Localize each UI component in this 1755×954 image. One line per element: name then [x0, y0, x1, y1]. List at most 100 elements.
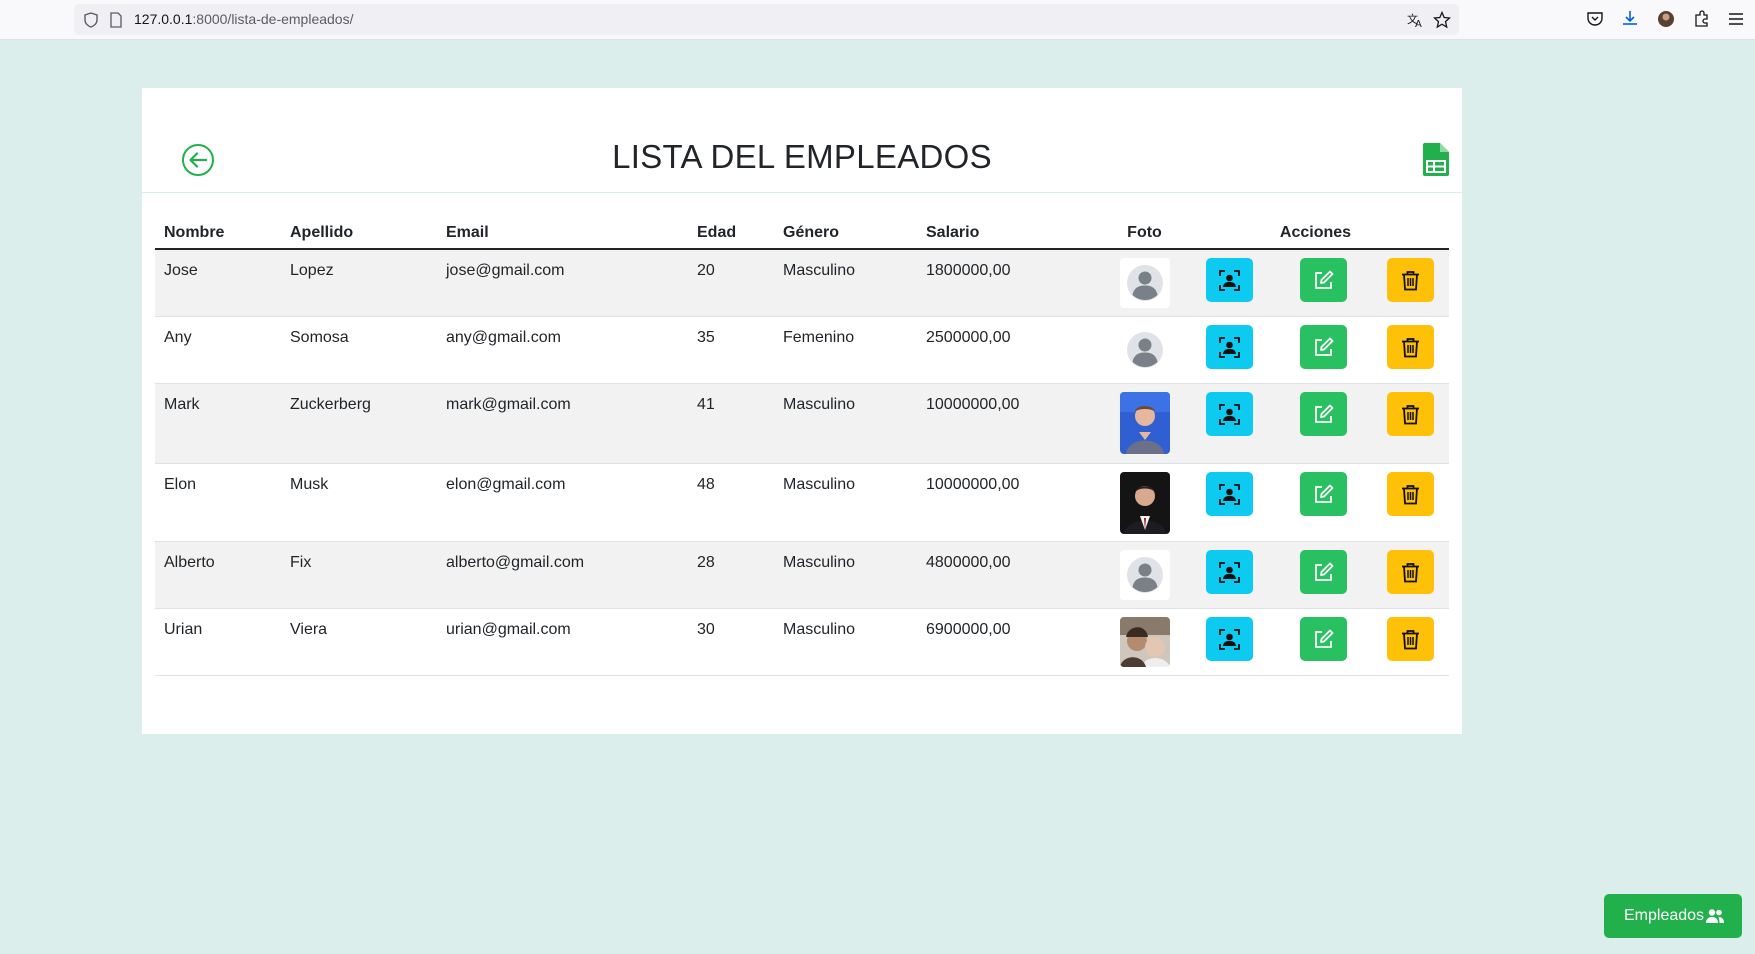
cell-action	[1371, 249, 1449, 317]
edit-icon	[1315, 484, 1334, 503]
profile-avatar-icon[interactable]	[1656, 9, 1676, 29]
cell-genero: Masculino	[774, 249, 917, 317]
profile-scan-icon	[1218, 628, 1240, 650]
edit-button[interactable]	[1300, 549, 1347, 594]
employee-photo	[1119, 471, 1170, 534]
view-profile-button[interactable]	[1205, 471, 1253, 516]
trash-icon	[1401, 337, 1419, 357]
cell-action	[1371, 383, 1449, 464]
cell-email: alberto@gmail.com	[437, 541, 688, 609]
svg-text:A: A	[1415, 19, 1422, 29]
cell-nombre: Urian	[155, 608, 281, 676]
profile-scan-icon	[1218, 561, 1240, 583]
default-avatar-icon	[1119, 258, 1170, 308]
pocket-icon[interactable]	[1585, 9, 1605, 29]
edit-button[interactable]	[1300, 391, 1347, 436]
cell-genero: Masculino	[774, 463, 917, 542]
view-profile-button[interactable]	[1205, 258, 1253, 302]
cell-genero: Masculino	[774, 608, 917, 676]
bookmark-star-icon[interactable]	[1433, 11, 1451, 29]
page-icon	[110, 12, 122, 28]
cell-email: elon@gmail.com	[437, 463, 688, 542]
cell-email: mark@gmail.com	[437, 383, 688, 464]
cell-salario: 6900000,00	[917, 608, 1107, 676]
menu-icon[interactable]	[1726, 9, 1746, 29]
cell-action	[1276, 249, 1371, 317]
cell-action	[1182, 383, 1276, 464]
shield-icon[interactable]	[83, 12, 99, 28]
cell-email: jose@gmail.com	[437, 249, 688, 317]
header-acciones: Acciones	[1182, 217, 1449, 250]
cell-nombre: Elon	[155, 463, 281, 542]
view-profile-button[interactable]	[1205, 549, 1253, 594]
delete-button[interactable]	[1386, 258, 1434, 302]
employees-table: Nombre Apellido Email Edad Género Salari…	[155, 217, 1449, 676]
cell-apellido: Zuckerberg	[281, 383, 437, 464]
edit-icon	[1315, 562, 1334, 581]
header-apellido: Apellido	[281, 217, 437, 250]
cell-action	[1182, 541, 1276, 609]
extensions-icon[interactable]	[1692, 9, 1712, 29]
download-icon[interactable]	[1620, 9, 1640, 29]
table-row: Urian Viera urian@gmail.com 30 Masculino 6900…	[155, 608, 1449, 676]
view-profile-button[interactable]	[1205, 324, 1253, 369]
delete-button[interactable]	[1386, 471, 1434, 516]
cell-genero: Masculino	[774, 541, 917, 609]
spreadsheet-export-icon[interactable]	[1423, 143, 1449, 176]
cell-salario: 10000000,00	[917, 383, 1107, 464]
cell-action	[1182, 316, 1276, 384]
table-row: Alberto Fix alberto@gmail.com 28 Masculino 48…	[155, 541, 1449, 609]
employee-photo	[1119, 616, 1170, 667]
employees-button-label: Empleados	[1624, 907, 1705, 924]
cell-action	[1371, 463, 1449, 542]
cell-action	[1276, 316, 1371, 384]
cell-foto	[1107, 316, 1182, 384]
cell-genero: Masculino	[774, 383, 917, 464]
table-row: Any Somosa any@gmail.com 35 Femenino 2500000,…	[155, 316, 1449, 384]
employees-card: LISTA DEL EMPLEADOS Nombre Apellido Emai…	[142, 88, 1462, 734]
cell-action	[1182, 463, 1276, 542]
delete-button[interactable]	[1386, 616, 1434, 661]
cell-nombre: Jose	[155, 249, 281, 317]
view-profile-button[interactable]	[1205, 391, 1253, 436]
header-nombre: Nombre	[155, 217, 281, 250]
cell-salario: 4800000,00	[917, 541, 1107, 609]
cell-foto	[1107, 249, 1182, 317]
view-profile-button[interactable]	[1205, 616, 1253, 661]
cell-foto	[1107, 608, 1182, 676]
edit-button[interactable]	[1300, 324, 1347, 369]
edit-button[interactable]	[1300, 258, 1347, 302]
cell-action	[1371, 541, 1449, 609]
edit-icon	[1315, 337, 1334, 356]
trash-icon	[1401, 484, 1419, 504]
table-header-row: Nombre Apellido Email Edad Género Salari…	[155, 217, 1449, 250]
profile-scan-icon	[1218, 270, 1240, 291]
delete-button[interactable]	[1386, 391, 1434, 436]
address-bar[interactable]: 127.0.0.1:8000/lista-de-empleados/ 文A	[74, 4, 1459, 35]
browser-toolbar: 127.0.0.1:8000/lista-de-empleados/ 文A	[0, 0, 1755, 40]
cell-salario: 1800000,00	[917, 249, 1107, 317]
delete-button[interactable]	[1386, 549, 1434, 594]
edit-button[interactable]	[1300, 471, 1347, 516]
page-title: LISTA DEL EMPLEADOS	[612, 138, 992, 175]
cell-action	[1371, 608, 1449, 676]
default-avatar-icon	[1119, 549, 1170, 600]
delete-button[interactable]	[1386, 324, 1434, 369]
cell-apellido: Somosa	[281, 316, 437, 384]
employees-button[interactable]: Empleados	[1604, 894, 1742, 938]
users-icon	[1706, 909, 1724, 923]
cell-action	[1276, 383, 1371, 464]
cell-edad: 48	[688, 463, 774, 542]
url-text[interactable]: 127.0.0.1:8000/lista-de-empleados/	[134, 11, 354, 27]
cell-edad: 35	[688, 316, 774, 384]
edit-icon	[1315, 629, 1334, 648]
employee-photo	[1119, 391, 1170, 454]
table-row: Mark Zuckerberg mark@gmail.com 41 Masculino 1…	[155, 383, 1449, 464]
cell-edad: 20	[688, 249, 774, 317]
header-email: Email	[437, 217, 688, 250]
edit-button[interactable]	[1300, 616, 1347, 661]
table-row: Elon Musk elon@gmail.com 48 Masculino 1000000…	[155, 463, 1449, 542]
default-avatar-icon	[1119, 324, 1170, 375]
cell-action	[1276, 463, 1371, 542]
translate-icon[interactable]: 文A	[1406, 11, 1424, 29]
